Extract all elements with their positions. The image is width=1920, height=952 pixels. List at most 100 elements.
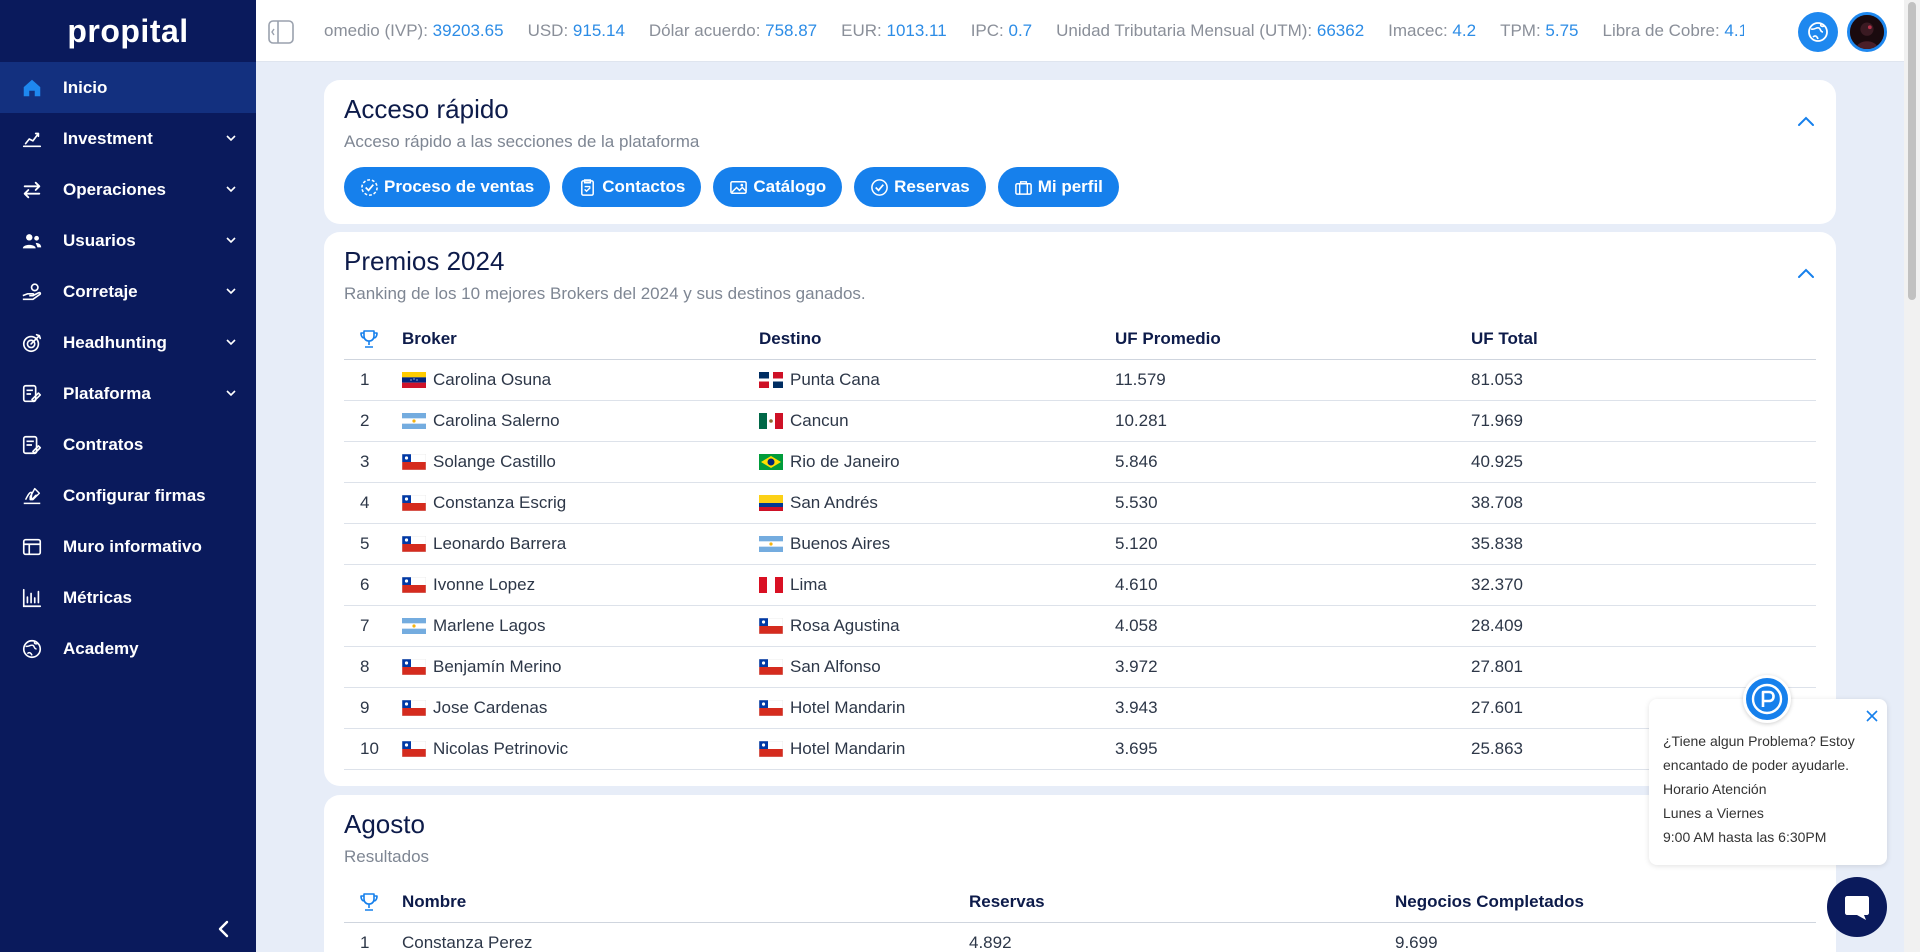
flag-cl-icon <box>759 618 783 634</box>
broker-cell: Jose Cardenas <box>402 698 759 718</box>
broker-cell: Carolina Osuna <box>402 370 759 390</box>
broker-cell: Nicolas Petrinovic <box>402 739 759 759</box>
home-icon <box>20 76 44 100</box>
rank-cell: 6 <box>360 575 370 594</box>
ticker-label: TPM: <box>1500 21 1546 40</box>
collapse-sidebar-icon[interactable] <box>214 918 234 940</box>
reservations-header: Reservas <box>969 892 1045 911</box>
broker-cell: Carolina Salerno <box>402 411 759 431</box>
chat-line: 9:00 AM hasta las 6:30PM <box>1663 829 1827 845</box>
broker-name: Carolina Osuna <box>433 370 552 389</box>
quick-contactos-button[interactable]: Contactos <box>562 167 702 207</box>
flag-cl-icon <box>402 495 426 511</box>
uf-average-cell: 10.281 <box>1115 411 1167 430</box>
broker-cell: Ivonne Lopez <box>402 575 759 595</box>
flag-cl-icon <box>402 536 426 552</box>
broker-name: Ivonne Lopez <box>433 575 536 594</box>
scrollbar-thumb[interactable] <box>1908 2 1916 300</box>
uf-total-header: UF Total <box>1471 329 1538 348</box>
platform-icon <box>20 382 44 406</box>
awards-table: Broker Destino UF Promedio UF Total 1 Car… <box>344 319 1816 770</box>
uf-average-header: UF Promedio <box>1115 329 1221 348</box>
dashed-check-icon <box>361 178 378 196</box>
ticker-label: Dólar acuerdo: <box>648 21 766 40</box>
chevron-down-icon <box>226 288 236 295</box>
chat-line: Horario Atención <box>1663 781 1767 797</box>
flag-cl-icon <box>402 741 426 757</box>
sidebar-item-label: Operaciones <box>63 179 166 199</box>
chevron-up-icon[interactable] <box>1796 266 1816 280</box>
rank-cell: 1 <box>360 933 370 952</box>
ticker-item: Dólar acuerdo: 758.87 <box>649 21 817 41</box>
sidebar-item-label: Headhunting <box>63 332 167 352</box>
sidebar-item-métricas[interactable]: Métricas <box>0 572 256 623</box>
rank-cell: 9 <box>360 698 370 717</box>
month-table: Nombre Reservas Negocios Completados 1 Co… <box>344 882 1816 952</box>
sidebar-toggle-icon[interactable] <box>268 19 294 45</box>
rank-cell: 10 <box>360 739 379 758</box>
sidebar-item-plataforma[interactable]: Plataforma <box>0 368 256 419</box>
rank-cell: 5 <box>360 534 370 553</box>
brand-logo[interactable]: propital <box>0 0 256 62</box>
propital-p-icon <box>1751 683 1783 715</box>
destination-name: Buenos Aires <box>790 534 891 553</box>
table-row: 4 Constanza Escrig San Andrés 5.530 38.708 <box>344 483 1816 524</box>
board-icon <box>20 535 44 559</box>
global-settings-button[interactable] <box>1798 12 1838 52</box>
sidebar-item-operaciones[interactable]: Operaciones <box>0 164 256 215</box>
close-icon[interactable] <box>1865 709 1879 723</box>
quick-button-label: Mi perfil <box>1037 177 1103 196</box>
ticker-item: IPC: 0.7 <box>971 21 1032 41</box>
table-row: 5 Leonardo Barrera Buenos Aires 5.120 35.838 <box>344 524 1816 565</box>
completed-deals-cell: 9.699 <box>1395 933 1438 952</box>
quick-catálogo-button[interactable]: Catálogo <box>713 167 843 207</box>
ticker-label: EUR: <box>841 21 887 40</box>
avatar-image-icon <box>1850 15 1884 49</box>
table-row: 7 Marlene Lagos Rosa Agustina 4.058 28.409 <box>344 606 1816 647</box>
users-icon <box>20 229 44 253</box>
sidebar-nav: Inicio Investment Operaciones Usuarios Corre… <box>0 62 256 674</box>
user-avatar[interactable] <box>1847 12 1887 52</box>
chevron-up-icon[interactable] <box>1796 114 1816 128</box>
chevron-down-icon <box>226 186 236 193</box>
rank-cell: 2 <box>360 411 370 430</box>
broker-name: Marlene Lagos <box>433 616 546 635</box>
table-row: 2 Carolina Salerno Cancun 10.281 71.969 <box>344 401 1816 442</box>
chat-open-button[interactable] <box>1827 877 1887 937</box>
table-row: 3 Solange Castillo Rio de Janeiro 5.846 40.9… <box>344 442 1816 483</box>
table-header: Broker Destino UF Promedio UF Total <box>344 319 1816 360</box>
flag-cl-icon <box>759 659 783 675</box>
quick-proceso-de-ventas-button[interactable]: Proceso de ventas <box>344 167 551 207</box>
topbar: omedio (IVP): 39203.65 USD: 915.14 Dólar a… <box>256 0 1904 62</box>
swap-arrows-icon <box>20 178 44 202</box>
broker-cell: Marlene Lagos <box>402 616 759 636</box>
table-row: 10 Nicolas Petrinovic Hotel Mandarin 3.695 2… <box>344 729 1816 770</box>
month-rows: 1 Constanza Perez 4.892 9.699 <box>344 923 1816 952</box>
sidebar-item-corretaje[interactable]: Corretaje <box>0 266 256 317</box>
sidebar-item-investment[interactable]: Investment <box>0 113 256 164</box>
broker-cell: Leonardo Barrera <box>402 534 759 554</box>
sidebar-item-usuarios[interactable]: Usuarios <box>0 215 256 266</box>
sidebar-item-configurar-firmas[interactable]: Configurar firmas <box>0 470 256 521</box>
target-icon <box>20 331 44 355</box>
sidebar-item-inicio[interactable]: Inicio <box>0 62 256 113</box>
broker-name: Carolina Salerno <box>433 411 560 430</box>
name-cell: Constanza Perez <box>402 933 533 952</box>
broker-cell: Benjamín Merino <box>402 657 759 677</box>
page-scrollbar[interactable] <box>1904 0 1920 952</box>
sidebar-item-contratos[interactable]: Contratos <box>0 419 256 470</box>
sidebar-item-headhunting[interactable]: Headhunting <box>0 317 256 368</box>
trophy-icon <box>360 330 378 348</box>
chevron-down-icon <box>226 237 236 244</box>
sidebar-item-muro-informativo[interactable]: Muro informativo <box>0 521 256 572</box>
quick-mi-perfil-button[interactable]: Mi perfil <box>997 167 1119 207</box>
sidebar-item-label: Contratos <box>63 434 144 454</box>
destination-name: Lima <box>790 575 827 594</box>
sidebar-item-academy[interactable]: Academy <box>0 623 256 674</box>
chat-brand-logo <box>1743 675 1791 723</box>
ticker-value: 4.14 <box>1724 21 1744 40</box>
ticker-item: USD: 915.14 <box>528 21 625 41</box>
flag-cl-icon <box>402 659 426 675</box>
chevron-down-icon <box>226 390 236 397</box>
quick-reservas-button[interactable]: Reservas <box>854 167 986 207</box>
